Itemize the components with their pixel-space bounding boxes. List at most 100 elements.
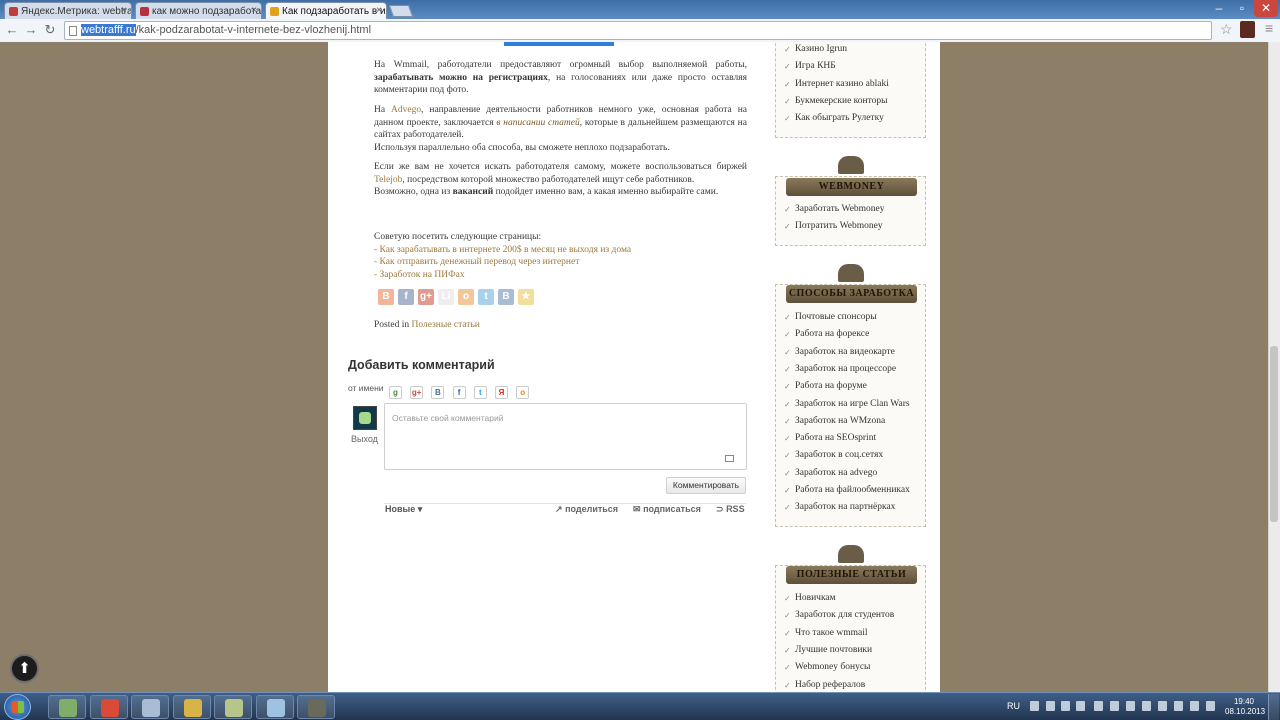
sidebar-link[interactable]: Почтовые спонсоры (795, 312, 877, 322)
address-bar[interactable]: webtrafff.ru/kak-podzarabotat-v-internet… (64, 21, 1212, 40)
rss-link[interactable]: ⊃ RSS (716, 504, 745, 515)
tab-close-icon[interactable]: × (121, 5, 127, 16)
tray-icon[interactable] (1126, 701, 1135, 711)
logout-link[interactable]: Выход (351, 434, 378, 444)
scroll-to-top-button[interactable]: ⬆ (10, 654, 39, 683)
subscribe-link[interactable]: ✉ подписаться (633, 504, 701, 515)
sidebar-link[interactable]: Лучшие почтовики (795, 645, 872, 655)
google-icon[interactable]: g (389, 386, 402, 399)
telejob-link[interactable]: Telejob (374, 175, 402, 185)
network-icon[interactable] (1061, 701, 1070, 711)
tab-close-icon[interactable]: × (251, 5, 257, 16)
sidebar-link[interactable]: Потратить Webmoney (795, 221, 883, 231)
recommend-label: Советую посетить следующие страницы: (374, 232, 542, 242)
extension-icon[interactable] (1240, 21, 1255, 38)
taskbar-app-button[interactable] (48, 695, 86, 719)
recommended-link[interactable]: - Заработок на ПИФах (374, 270, 465, 280)
tab-search[interactable]: как можно подзаработать × (135, 2, 262, 19)
sidebar-link[interactable]: Заработок на игре Clan Wars (795, 399, 910, 409)
bookmark-star-icon[interactable]: ☆ (1220, 21, 1233, 38)
tray-icon[interactable] (1158, 701, 1167, 711)
facebook-icon[interactable]: f (398, 289, 414, 305)
tray-icon[interactable] (1190, 701, 1199, 711)
star-icon[interactable]: ★ (518, 289, 534, 305)
tray-icon[interactable] (1142, 701, 1151, 711)
google-plus-icon[interactable]: g+ (410, 386, 424, 399)
odnoklassniki-icon[interactable]: о (458, 289, 474, 305)
volume-icon[interactable] (1076, 701, 1085, 711)
liveinternet-icon[interactable]: Li (438, 289, 454, 305)
vkontakte-icon[interactable]: B (431, 386, 445, 399)
odnoklassniki-icon[interactable]: о (516, 386, 530, 399)
clock[interactable]: 19:40 08.10.2013 (1225, 697, 1265, 717)
menu-icon[interactable]: ≡ (1265, 20, 1273, 36)
category-link[interactable]: Полезные статьи (411, 320, 479, 330)
taskbar-app-button[interactable] (214, 695, 252, 719)
blogger-icon[interactable]: B (378, 289, 394, 305)
forward-arrow-icon[interactable]: → (22, 21, 40, 39)
start-button[interactable] (4, 694, 31, 720)
sidebar-link[interactable]: Как обыграть Рулетку (795, 113, 884, 123)
back-arrow-icon[interactable]: ← (3, 21, 21, 39)
facebook-icon[interactable]: f (452, 386, 466, 399)
new-tab-button[interactable] (388, 5, 414, 17)
sidebar-link[interactable]: Заработок в соц.сетях (795, 450, 883, 460)
taskbar-app-button[interactable] (131, 695, 169, 719)
taskbar-app-button[interactable] (89, 695, 128, 719)
sidebar-link[interactable]: Заработок для студентов (795, 610, 894, 620)
sidebar-link[interactable]: Заработок на партнёрках (795, 502, 895, 512)
sidebar-link[interactable]: Букмекерские конторы (795, 96, 888, 106)
sidebar-link[interactable]: Работа на файлообменниках (795, 485, 910, 495)
reload-icon[interactable]: ↻ (41, 21, 59, 39)
bold-text: вакансий (452, 187, 494, 197)
close-window-button[interactable]: ✕ (1254, 0, 1278, 17)
sidebar-link[interactable]: Новичкам (795, 593, 836, 603)
vkontakte-icon[interactable]: В (498, 289, 514, 305)
tray-icon[interactable] (1110, 701, 1119, 711)
advego-link[interactable]: Advego (391, 105, 421, 115)
sidebar-link[interactable]: Заработать Webmoney (795, 204, 885, 214)
image-upload-icon[interactable] (725, 455, 734, 462)
minimize-button[interactable]: – (1208, 0, 1230, 17)
comment-textarea[interactable]: Оставьте свой комментарий (384, 403, 747, 470)
submit-comment-button[interactable]: Комментировать (666, 477, 746, 494)
sidebar-link[interactable]: Работа на форуме (795, 381, 867, 391)
twitter-icon[interactable]: t (478, 289, 494, 305)
taskbar-app-button[interactable] (297, 695, 335, 719)
maximize-button[interactable]: ▫ (1231, 0, 1253, 17)
language-indicator[interactable]: RU (1007, 701, 1020, 711)
sidebar-link[interactable]: Набор рефералов (795, 680, 865, 690)
sidebar-link[interactable]: Заработок на advego (795, 468, 877, 478)
taskbar-app-button[interactable] (255, 695, 294, 719)
taskbar-app-button[interactable] (172, 695, 211, 719)
yandex-icon[interactable]: Я (495, 386, 508, 399)
tray-icon[interactable] (1174, 701, 1183, 711)
sidebar-link[interactable]: Интернет казино ablaki (795, 79, 889, 89)
twitter-icon[interactable]: t (473, 386, 487, 399)
tab-active-article[interactable]: Как подзаработать в инте × (265, 2, 387, 19)
google-plus-icon[interactable]: g+ (418, 289, 434, 305)
show-desktop-button[interactable] (1268, 694, 1279, 720)
scrollbar-thumb[interactable] (1270, 346, 1278, 522)
sidebar-link[interactable]: Что такое wmmail (795, 628, 868, 638)
taskbar: RU 19:40 08.10.2013 (0, 692, 1280, 720)
tray-icon[interactable] (1094, 701, 1103, 711)
tab-close-icon[interactable]: × (376, 5, 382, 16)
sidebar-link[interactable]: Webmoney бонусы (795, 662, 870, 672)
sidebar-link[interactable]: Работа на форексе (795, 329, 869, 339)
tray-icon[interactable] (1030, 701, 1039, 711)
sidebar-link[interactable]: Казино Igrun (795, 44, 847, 54)
sidebar-link[interactable]: Заработок на видеокарте (795, 347, 895, 357)
tray-icon[interactable] (1206, 701, 1215, 711)
sort-dropdown[interactable]: Новые ▾ (385, 504, 422, 515)
sidebar-link[interactable]: Заработок на процессоре (795, 364, 896, 374)
sidebar-link[interactable]: Игра КНБ (795, 61, 836, 71)
recommended-link[interactable]: - Как отправить денежный перевод через и… (374, 257, 579, 267)
sidebar-link[interactable]: Работа на SEOsprint (795, 433, 876, 443)
tab-yandex-metrika[interactable]: Яндекс.Метрика: webtraff × (4, 2, 132, 19)
tray-icon[interactable] (1046, 701, 1055, 711)
chevron-down-icon: ▾ (417, 504, 423, 514)
recommended-link[interactable]: - Как зарабатывать в интернете 200$ в ме… (374, 245, 631, 255)
sidebar-link[interactable]: Заработок на WMzona (795, 416, 885, 426)
share-thread-link[interactable]: ↗ поделиться (555, 504, 618, 515)
